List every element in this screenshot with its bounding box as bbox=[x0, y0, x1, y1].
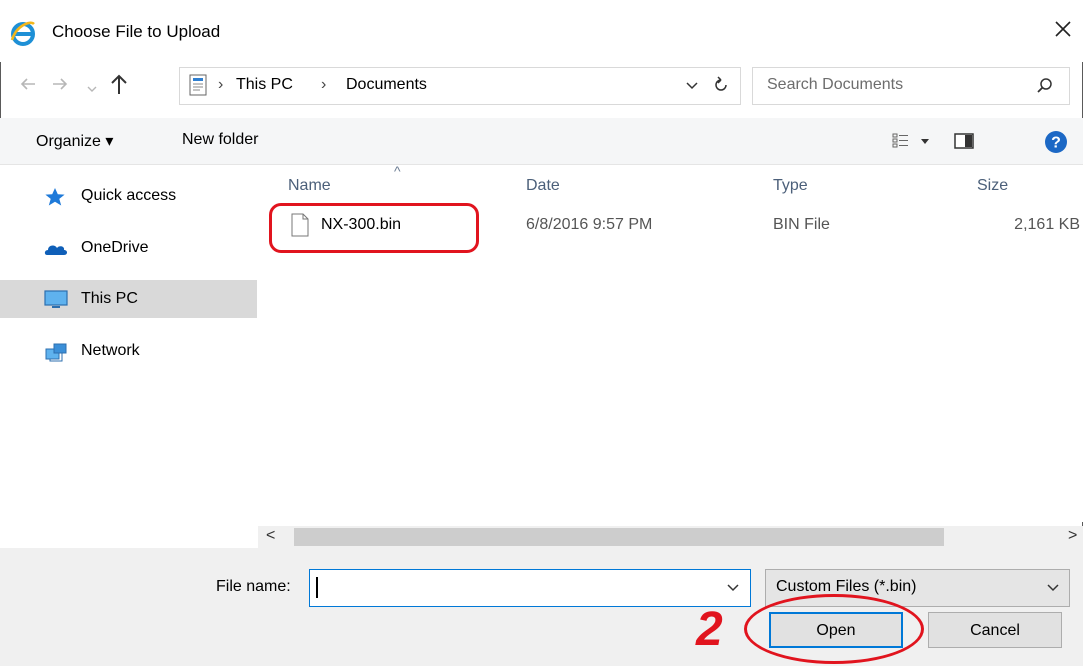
breadcrumb-this-pc[interactable]: This PC bbox=[236, 76, 293, 94]
organize-menu-button[interactable]: Organize ▾ bbox=[36, 131, 113, 151]
file-name-history-dropdown-icon[interactable] bbox=[726, 579, 740, 600]
horizontal-scrollbar[interactable]: < > bbox=[258, 526, 1083, 548]
sidebar-item-onedrive[interactable]: OneDrive bbox=[0, 229, 257, 267]
column-header-type[interactable]: Type bbox=[773, 177, 808, 195]
address-history-dropdown-icon[interactable] bbox=[685, 77, 699, 98]
file-name-input[interactable] bbox=[309, 569, 751, 607]
file-highlight-outline bbox=[269, 203, 479, 253]
open-button-highlight-ellipse bbox=[744, 594, 924, 664]
change-view-icon[interactable] bbox=[892, 132, 932, 155]
search-input[interactable]: Search Documents bbox=[752, 67, 1070, 105]
cancel-button-label: Cancel bbox=[970, 622, 1020, 639]
navigation-pane: Quick access OneDrive This PC Network bbox=[0, 165, 257, 548]
scroll-left-icon[interactable]: < bbox=[266, 527, 275, 545]
scroll-right-icon[interactable]: > bbox=[1068, 527, 1077, 545]
sidebar-item-label: Network bbox=[81, 342, 140, 359]
sidebar-item-label: OneDrive bbox=[81, 239, 149, 256]
internet-explorer-icon bbox=[10, 20, 36, 46]
refresh-icon[interactable] bbox=[712, 74, 730, 101]
search-placeholder: Search Documents bbox=[767, 76, 904, 93]
address-bar[interactable]: › This PC › Documents bbox=[179, 67, 741, 105]
preview-pane-icon[interactable] bbox=[954, 132, 976, 155]
new-folder-button[interactable]: New folder bbox=[182, 131, 258, 149]
sidebar-item-this-pc[interactable]: This PC bbox=[0, 280, 257, 318]
column-header-name[interactable]: Name bbox=[288, 177, 331, 195]
up-arrow-icon[interactable] bbox=[108, 72, 130, 101]
star-icon bbox=[44, 187, 66, 212]
cloud-icon bbox=[44, 239, 68, 264]
text-caret bbox=[316, 577, 318, 598]
step-number-annotation: 2 bbox=[696, 603, 723, 656]
search-icon[interactable] bbox=[1035, 76, 1055, 101]
scrollbar-thumb[interactable] bbox=[294, 528, 944, 546]
sidebar-item-network[interactable]: Network bbox=[0, 332, 257, 370]
cancel-button[interactable]: Cancel bbox=[928, 612, 1062, 648]
dialog-footer: File name: Custom Files (*.bin) Open Can… bbox=[0, 548, 1083, 666]
svg-text:?: ? bbox=[1051, 135, 1061, 152]
network-icon bbox=[44, 342, 68, 367]
file-type-cell: BIN File bbox=[773, 216, 830, 233]
file-date-cell: 6/8/2016 9:57 PM bbox=[526, 216, 653, 233]
breadcrumb-separator: › bbox=[321, 76, 327, 93]
column-header-size[interactable]: Size bbox=[977, 177, 1008, 195]
sidebar-item-label: This PC bbox=[81, 290, 138, 307]
close-icon[interactable] bbox=[1050, 16, 1076, 42]
sort-ascending-icon: ^ bbox=[394, 163, 401, 179]
command-bar: Organize ▾ New folder ? bbox=[0, 118, 1083, 165]
file-size-cell: 2,161 KB bbox=[1014, 216, 1080, 233]
title-bar: Choose File to Upload bbox=[0, 0, 1083, 62]
column-header-date[interactable]: Date bbox=[526, 177, 560, 195]
file-name-label: File name: bbox=[216, 578, 291, 595]
file-type-selected: Custom Files (*.bin) bbox=[776, 578, 917, 595]
dialog-title: Choose File to Upload bbox=[52, 22, 221, 41]
forward-arrow-icon[interactable] bbox=[50, 74, 70, 99]
sidebar-item-label: Quick access bbox=[81, 187, 177, 204]
monitor-icon bbox=[44, 290, 68, 315]
breadcrumb-documents[interactable]: Documents bbox=[346, 76, 427, 94]
help-icon[interactable]: ? bbox=[1044, 130, 1068, 159]
recent-locations-chevron-icon[interactable] bbox=[86, 80, 98, 98]
back-arrow-icon[interactable] bbox=[18, 74, 38, 99]
documents-folder-icon bbox=[188, 74, 208, 101]
chevron-down-icon bbox=[1046, 579, 1060, 600]
breadcrumb-separator: › bbox=[218, 76, 224, 93]
sidebar-item-quick-access[interactable]: Quick access bbox=[0, 177, 257, 215]
